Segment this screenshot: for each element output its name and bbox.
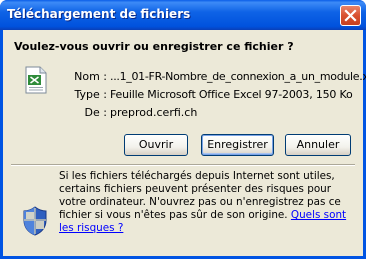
dialog-question: Voulez-vous ouvrir ou enregistrer ce fic… — [14, 40, 294, 53]
security-warning: Si les fichiers téléchargés depuis Inter… — [59, 170, 359, 235]
field-row-type: Type : Feuille Microsoft Office Excel 97… — [3, 88, 363, 102]
field-label: De : — [84, 106, 107, 119]
file-name-value: ...1_01-FR-Nombre_de_connexion_a_un_modu… — [110, 70, 366, 83]
open-button[interactable]: Ouvrir — [124, 134, 188, 156]
field-label: Type : — [74, 88, 107, 101]
shield-icon — [23, 206, 47, 236]
field-row-name: Nom : ...1_01-FR-Nombre_de_connexion_a_u… — [3, 70, 366, 84]
cancel-button[interactable]: Annuler — [285, 134, 351, 156]
file-type-value: Feuille Microsoft Office Excel 97-2003, … — [110, 88, 353, 101]
title-bar[interactable]: Téléchargement de fichiers — [0, 0, 366, 30]
close-button[interactable] — [340, 5, 361, 26]
field-label: Nom : — [74, 70, 107, 83]
download-dialog: Téléchargement de fichiers Voulez-vous o… — [0, 0, 366, 259]
save-button[interactable]: Enregistrer — [201, 134, 274, 156]
dialog-body: Voulez-vous ouvrir ou enregistrer ce fic… — [3, 30, 366, 256]
separator — [11, 164, 355, 166]
file-source-value: preprod.cerfi.ch — [110, 106, 198, 119]
window-title: Téléchargement de fichiers — [7, 7, 191, 21]
close-icon — [344, 9, 357, 22]
field-row-source: De : preprod.cerfi.ch — [3, 106, 363, 120]
